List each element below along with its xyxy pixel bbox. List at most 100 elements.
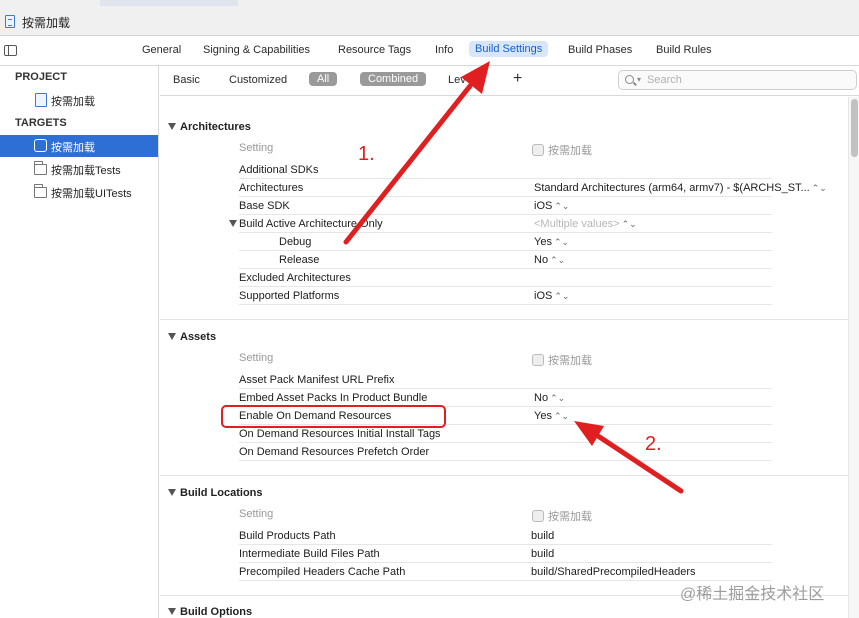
setting-value[interactable]: build <box>531 548 554 560</box>
setting-name: Build Active Architecture Only <box>239 218 383 230</box>
setting-row-embed-asset-packs[interactable]: Embed Asset Packs In Product Bundle No ⌃⌄ <box>239 389 772 407</box>
setting-row-build-products-path[interactable]: Build Products Path build <box>239 527 772 545</box>
disclosure-triangle-icon[interactable] <box>168 123 176 130</box>
setting-value-text: Yes <box>534 410 552 422</box>
app-target-icon <box>532 510 544 522</box>
column-header-row: Setting 按需加载 <box>239 349 772 367</box>
filter-customized-button[interactable]: Customized <box>229 74 287 86</box>
section-divider <box>160 319 848 320</box>
filter-basic-button[interactable]: Basic <box>173 74 200 86</box>
setting-row-architectures[interactable]: Architectures Standard Architectures (ar… <box>239 179 827 197</box>
sidebar-toggle-icon[interactable] <box>4 45 17 56</box>
disclosure-triangle-icon[interactable] <box>168 608 176 615</box>
setting-value[interactable]: Yes ⌃⌄ <box>534 236 569 248</box>
setting-row-intermediate-build-files-path[interactable]: Intermediate Build Files Path build <box>239 545 772 563</box>
setting-row-asset-pack-url[interactable]: Asset Pack Manifest URL Prefix <box>239 371 772 389</box>
window-titlebar: 按需加载 <box>0 0 859 36</box>
setting-value[interactable]: No ⌃⌄ <box>534 254 565 266</box>
setting-name: Precompiled Headers Cache Path <box>239 566 406 578</box>
setting-name: Build Products Path <box>239 530 336 542</box>
setting-name: Supported Platforms <box>239 290 340 302</box>
setting-value[interactable]: build <box>531 530 554 542</box>
section-build-options[interactable]: Build Options <box>160 604 848 618</box>
setting-row-additional-sdks[interactable]: Additional SDKs <box>239 161 772 179</box>
setting-name: On Demand Resources Prefetch Order <box>239 446 430 458</box>
setting-value[interactable]: Standard Architectures (arm64, armv7) - … <box>534 182 827 194</box>
setting-row-precompiled-headers-path[interactable]: Precompiled Headers Cache Path build/Sha… <box>239 563 772 581</box>
scrollbar-thumb[interactable] <box>851 99 858 157</box>
setting-row-odr-prefetch-order[interactable]: On Demand Resources Prefetch Order <box>239 443 772 461</box>
disclosure-triangle-icon[interactable] <box>229 220 237 227</box>
project-document-icon <box>5 15 15 28</box>
stepper-chevron-icon: ⌃⌄ <box>554 291 570 301</box>
setting-name: Embed Asset Packs In Product Bundle <box>239 392 428 404</box>
setting-name: Debug <box>279 236 312 248</box>
filter-all-button[interactable]: All <box>309 72 338 86</box>
setting-value-text: iOS <box>534 200 553 212</box>
tab-build-rules[interactable]: Build Rules <box>656 44 712 56</box>
target-item-label: 按需加载UITests <box>51 188 132 200</box>
setting-value[interactable]: <Multiple values> ⌃⌄ <box>534 218 637 230</box>
annotation-step-1: 1. <box>358 143 375 165</box>
app-target-icon <box>532 144 544 156</box>
search-input[interactable] <box>647 73 847 87</box>
setting-value[interactable]: build/SharedPrecompiledHeaders <box>531 566 695 578</box>
tab-general[interactable]: General <box>142 44 181 56</box>
setting-row-excluded-architectures[interactable]: Excluded Architectures <box>239 269 772 287</box>
vertical-scrollbar[interactable] <box>848 97 859 618</box>
setting-value[interactable]: iOS ⌃⌄ <box>534 200 569 212</box>
project-navigator: PROJECT 按需加载 TARGETS 按需加载 按需加载Tests 按需加载… <box>0 66 159 618</box>
filter-levels-button[interactable]: Lev <box>448 74 466 86</box>
setting-row-debug[interactable]: Debug Yes ⌃⌄ <box>239 233 772 251</box>
setting-value[interactable]: Yes ⌃⌄ <box>534 410 569 422</box>
project-item[interactable]: 按需加载 <box>0 89 158 111</box>
setting-name: Intermediate Build Files Path <box>239 548 380 560</box>
setting-row-build-active-arch[interactable]: Build Active Architecture Only <Multiple… <box>229 215 772 233</box>
tab-build-settings[interactable]: Build Settings <box>469 41 549 57</box>
stepper-chevron-icon: ⌃⌄ <box>621 219 637 229</box>
setting-value-text: No <box>534 254 549 266</box>
settings-filter-bar: Basic Customized All Combined Lev + ▾ <box>160 66 859 96</box>
stepper-chevron-icon: ⌃⌄ <box>811 183 827 193</box>
tab-build-phases[interactable]: Build Phases <box>568 44 632 56</box>
target-item-label: 按需加载Tests <box>51 165 121 177</box>
target-item-uitests[interactable]: 按需加载UITests <box>0 181 158 203</box>
filter-combined-button[interactable]: Combined <box>360 72 427 86</box>
targets-section-header: TARGETS <box>15 117 67 129</box>
setting-value[interactable]: No ⌃⌄ <box>534 392 565 404</box>
tab-signing-capabilities[interactable]: Signing & Capabilities <box>203 44 310 56</box>
disclosure-triangle-icon[interactable] <box>168 333 176 340</box>
section-assets[interactable]: Assets <box>160 329 848 347</box>
stepper-chevron-icon: ⌃⌄ <box>550 255 566 265</box>
setting-value-text: iOS <box>534 290 553 302</box>
setting-row-odr-initial-tags[interactable]: On Demand Resources Initial Install Tags <box>239 425 772 443</box>
project-section-header: PROJECT <box>15 71 67 83</box>
test-bundle-icon <box>34 184 47 198</box>
setting-value-text: Yes <box>534 236 552 248</box>
project-item-label: 按需加载 <box>51 96 95 108</box>
target-column-label: 按需加载 <box>548 511 592 523</box>
stepper-chevron-icon: ⌃⌄ <box>553 237 570 247</box>
setting-value[interactable]: iOS ⌃⌄ <box>534 290 569 302</box>
setting-name: On Demand Resources Initial Install Tags <box>239 428 441 440</box>
section-build-locations[interactable]: Build Locations <box>160 485 848 503</box>
search-field[interactable]: ▾ <box>618 70 857 90</box>
section-architectures[interactable]: Architectures <box>160 119 848 137</box>
editor-tab-bar: General Signing & Capabilities Resource … <box>0 36 859 66</box>
setting-row-release[interactable]: Release No ⌃⌄ <box>239 251 772 269</box>
search-icon <box>625 75 634 84</box>
add-setting-button[interactable]: + <box>513 70 522 88</box>
setting-row-base-sdk[interactable]: Base SDK iOS ⌃⌄ <box>239 197 772 215</box>
setting-row-supported-platforms[interactable]: Supported Platforms iOS ⌃⌄ <box>239 287 772 305</box>
target-item-app[interactable]: 按需加载 <box>0 135 158 157</box>
setting-value-text: Standard Architectures (arm64, armv7) - … <box>534 182 810 194</box>
watermark: @稀土掘金技术社区 <box>680 586 825 603</box>
test-bundle-icon <box>34 161 47 175</box>
tab-resource-tags[interactable]: Resource Tags <box>338 44 411 56</box>
tab-info[interactable]: Info <box>435 44 453 56</box>
disclosure-triangle-icon[interactable] <box>168 489 176 496</box>
setting-row-enable-on-demand-resources[interactable]: Enable On Demand Resources Yes ⌃⌄ <box>239 407 772 425</box>
target-item-tests[interactable]: 按需加载Tests <box>0 158 158 180</box>
section-divider <box>160 475 848 476</box>
project-file-icon <box>35 93 47 107</box>
